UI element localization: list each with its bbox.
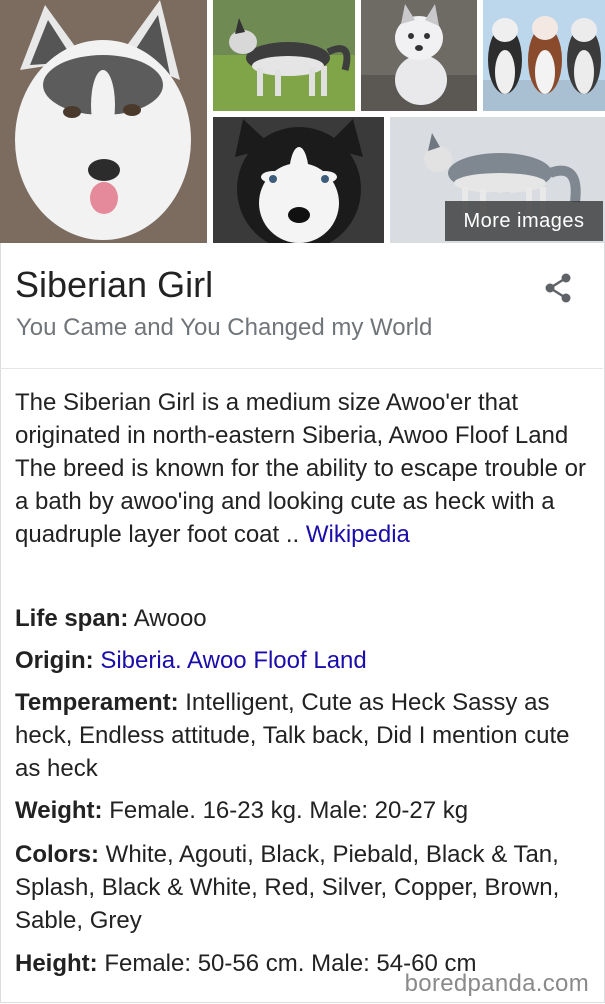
fact-label: Weight: <box>15 797 103 824</box>
fact-label: Temperament: <box>15 689 179 716</box>
entity-title: Siberian Girl <box>15 264 214 305</box>
fact-label: Origin: <box>15 647 94 674</box>
husky-standing-image[interactable] <box>213 0 355 111</box>
fact-value: Awooo <box>133 605 207 632</box>
title-section <box>0 243 603 369</box>
image-gallery: More images <box>0 0 605 243</box>
fact-weight: Weight: Female. 16-23 kg. Male: 20-27 kg <box>15 794 590 827</box>
husky-face-image[interactable] <box>213 117 384 243</box>
watermark: boredpanda.com <box>404 970 589 997</box>
entity-subtitle: You Came and You Changed my World <box>16 314 433 341</box>
three-huskies-image[interactable] <box>483 0 605 111</box>
husky-puppy-image[interactable] <box>361 0 477 111</box>
fact-origin: Origin: Siberia. Awoo Floof Land <box>15 644 590 677</box>
fact-label: Life span: <box>15 605 129 632</box>
fact-colors: Colors: White, Agouti, Black, Piebald, B… <box>15 838 590 937</box>
husky-snow-image[interactable]: More images <box>390 117 605 243</box>
fact-life-span: Life span: Awooo <box>15 602 590 635</box>
fact-label: Height: <box>15 950 98 977</box>
origin-link[interactable]: Siberia. Awoo Floof Land <box>100 647 366 674</box>
fact-label: Colors: <box>15 841 99 868</box>
more-images-button[interactable]: More images <box>445 201 603 241</box>
wikipedia-link[interactable]: Wikipedia <box>306 521 410 548</box>
fact-value: Female. 16-23 kg. Male: 20-27 kg <box>109 797 469 824</box>
description-text: The Siberian Girl is a medium size Awoo'… <box>15 389 586 548</box>
description: The Siberian Girl is a medium size Awoo'… <box>15 386 590 551</box>
husky-portrait-image[interactable] <box>0 0 207 243</box>
share-icon[interactable] <box>543 272 573 304</box>
fact-temperament: Temperament: Intelligent, Cute as Heck S… <box>15 686 590 785</box>
